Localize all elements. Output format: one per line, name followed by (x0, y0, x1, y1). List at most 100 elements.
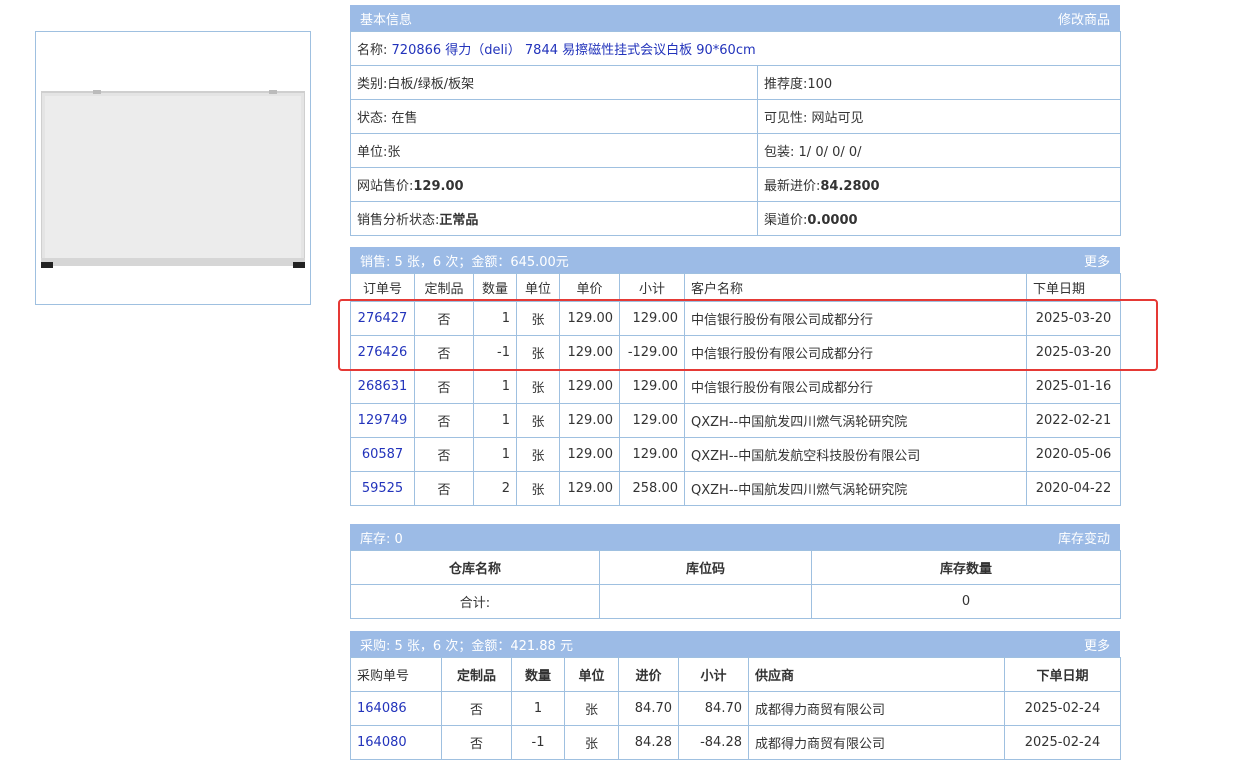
col-location: 库位码 (599, 550, 812, 585)
col-unit: 单位 (516, 273, 560, 302)
subtotal-cell: 129.00 (619, 437, 685, 472)
customer-cell: QXZH--中国航发四川燃气涡轮研究院 (684, 403, 1027, 438)
col-subtotal: 小计 (678, 657, 749, 692)
visibility-cell: 可见性: 网站可见 (756, 99, 1122, 134)
custom-cell: 否 (441, 691, 512, 726)
col-stock-qty: 库存数量 (811, 550, 1121, 585)
unit-cell: 张 (516, 437, 560, 472)
edit-product-link[interactable]: 修改商品 (1058, 9, 1110, 28)
subtotal-cell: 84.70 (678, 691, 749, 726)
site-price-cell: 网站售价:129.00 (350, 167, 758, 202)
sales-order-link[interactable]: 60587 (362, 447, 403, 462)
custom-cell: 否 (414, 403, 474, 438)
col-cost: 进价 (618, 657, 679, 692)
unit-cell: 单位:张 (350, 133, 758, 168)
col-custom: 定制品 (414, 273, 474, 302)
stock-total-qty: 0 (811, 584, 1121, 619)
table-row: 164086 否 1 张 84.70 84.70 成都得力商贸有限公司 2025… (350, 691, 1121, 726)
qty-cell: 1 (473, 301, 517, 336)
price-cell: 129.00 (559, 335, 620, 370)
package-label: 包装: (764, 145, 795, 160)
unit-cell: 张 (516, 369, 560, 404)
cost-cell: 84.28 (618, 725, 679, 760)
channel-price-cell: 渠道价:0.0000 (756, 201, 1122, 236)
subtotal-cell: -84.28 (678, 725, 749, 760)
col-qty: 数量 (473, 273, 517, 302)
stock-header: 库存: 0 库存变动 (350, 524, 1120, 550)
date-cell: 2025-03-20 (1026, 335, 1121, 370)
custom-cell: 否 (414, 437, 474, 472)
unit-cell: 张 (516, 471, 560, 506)
col-order-no: 订单号 (350, 273, 415, 302)
purchase-table: 采购单号 定制品 数量 单位 进价 小计 供应商 下单日期 164086 否 1… (350, 657, 1121, 760)
sales-order-link[interactable]: 276427 (358, 311, 408, 326)
supplier-cell: 成都得力商贸有限公司 (748, 691, 1005, 726)
unit-cell: 张 (564, 691, 619, 726)
price-row: 网站售价:129.00 最新进价:84.2800 (350, 167, 1122, 202)
unit-value: 张 (387, 145, 401, 160)
date-cell: 2025-02-24 (1004, 691, 1121, 726)
unit-label: 单位: (357, 145, 388, 160)
date-cell: 2025-01-16 (1026, 369, 1121, 404)
sales-order-link[interactable]: 276426 (358, 345, 408, 360)
purchase-order-link[interactable]: 164080 (357, 735, 407, 750)
latest-cost-value: 84.2800 (820, 179, 880, 194)
price-cell: 129.00 (559, 437, 620, 472)
sales-order-link[interactable]: 59525 (362, 481, 403, 496)
visibility-value: 网站可见 (811, 111, 864, 126)
stock-header-row: 仓库名称 库位码 库存数量 (350, 550, 1121, 585)
basic-info-panel: 基本信息 修改商品 名称: 720866 得力（deli） 7844 易擦磁性挂… (349, 5, 1122, 236)
latest-cost-label: 最新进价: (764, 179, 821, 194)
latest-cost-cell: 最新进价:84.2800 (756, 167, 1122, 202)
name-label: 名称: (357, 43, 388, 58)
sales-status-label: 销售分析状态: (357, 213, 440, 228)
stock-table: 仓库名称 库位码 库存数量 合计: 0 (350, 550, 1121, 619)
qty-cell: 1 (473, 437, 517, 472)
purchase-more-link[interactable]: 更多 (1084, 635, 1110, 654)
table-row: 276427 否 1 张 129.00 129.00 中信银行股份有限公司成都分… (350, 301, 1121, 336)
qty-cell: 2 (473, 471, 517, 506)
recommend-cell: 推荐度:100 (756, 65, 1122, 100)
purchase-order-link[interactable]: 164086 (357, 701, 407, 716)
product-name-link[interactable]: 720866 得力（deli） 7844 易擦磁性挂式会议白板 90*60cm (392, 43, 756, 58)
custom-cell: 否 (414, 369, 474, 404)
sales-table: 订单号 定制品 数量 单位 单价 小计 客户名称 下单日期 276427 否 1… (350, 273, 1121, 506)
table-row: 60587 否 1 张 129.00 129.00 QXZH--中国航发航空科技… (350, 437, 1121, 472)
col-price: 单价 (559, 273, 620, 302)
basic-info-header: 基本信息 修改商品 (350, 5, 1120, 31)
stock-total-label: 合计: (350, 584, 600, 619)
table-row: 164080 否 -1 张 84.28 -84.28 成都得力商贸有限公司 20… (350, 725, 1121, 760)
col-unit: 单位 (564, 657, 619, 692)
col-supplier: 供应商 (748, 657, 1005, 692)
basic-info-table: 名称: 720866 得力（deli） 7844 易擦磁性挂式会议白板 90*6… (349, 31, 1122, 236)
recommend-label: 推荐度: (764, 77, 808, 92)
package-value: 1/ 0/ 0/ 0/ (798, 145, 862, 160)
category-label: 类别: (357, 77, 388, 92)
qty-cell: -1 (473, 335, 517, 370)
col-date: 下单日期 (1004, 657, 1121, 692)
col-subtotal: 小计 (619, 273, 685, 302)
stock-change-link[interactable]: 库存变动 (1058, 528, 1110, 547)
customer-cell: 中信银行股份有限公司成都分行 (684, 335, 1027, 370)
site-price-label: 网站售价: (357, 179, 414, 194)
stock-total-location (599, 584, 812, 619)
price-cell: 129.00 (559, 471, 620, 506)
visibility-label: 可见性: (764, 111, 808, 126)
qty-cell: 1 (511, 691, 565, 726)
customer-cell: 中信银行股份有限公司成都分行 (684, 301, 1027, 336)
sales-more-link[interactable]: 更多 (1084, 251, 1110, 270)
price-cell: 129.00 (559, 301, 620, 336)
unit-row: 单位:张 包装: 1/ 0/ 0/ 0/ (350, 133, 1122, 168)
sales-order-link[interactable]: 268631 (358, 379, 408, 394)
package-cell: 包装: 1/ 0/ 0/ 0/ (756, 133, 1122, 168)
subtotal-cell: 129.00 (619, 403, 685, 438)
channel-price-value: 0.0000 (807, 213, 858, 228)
price-cell: 129.00 (559, 369, 620, 404)
category-row: 类别:白板/绿板/板架 推荐度:100 (350, 65, 1122, 100)
sales-status-value: 正常品 (439, 213, 479, 228)
subtotal-cell: 129.00 (619, 301, 685, 336)
basic-info-title: 基本信息 (360, 12, 413, 28)
customer-cell: QXZH--中国航发四川燃气涡轮研究院 (684, 471, 1027, 506)
sales-header-row: 订单号 定制品 数量 单位 单价 小计 客户名称 下单日期 (350, 273, 1121, 302)
sales-order-link[interactable]: 129749 (358, 413, 408, 428)
